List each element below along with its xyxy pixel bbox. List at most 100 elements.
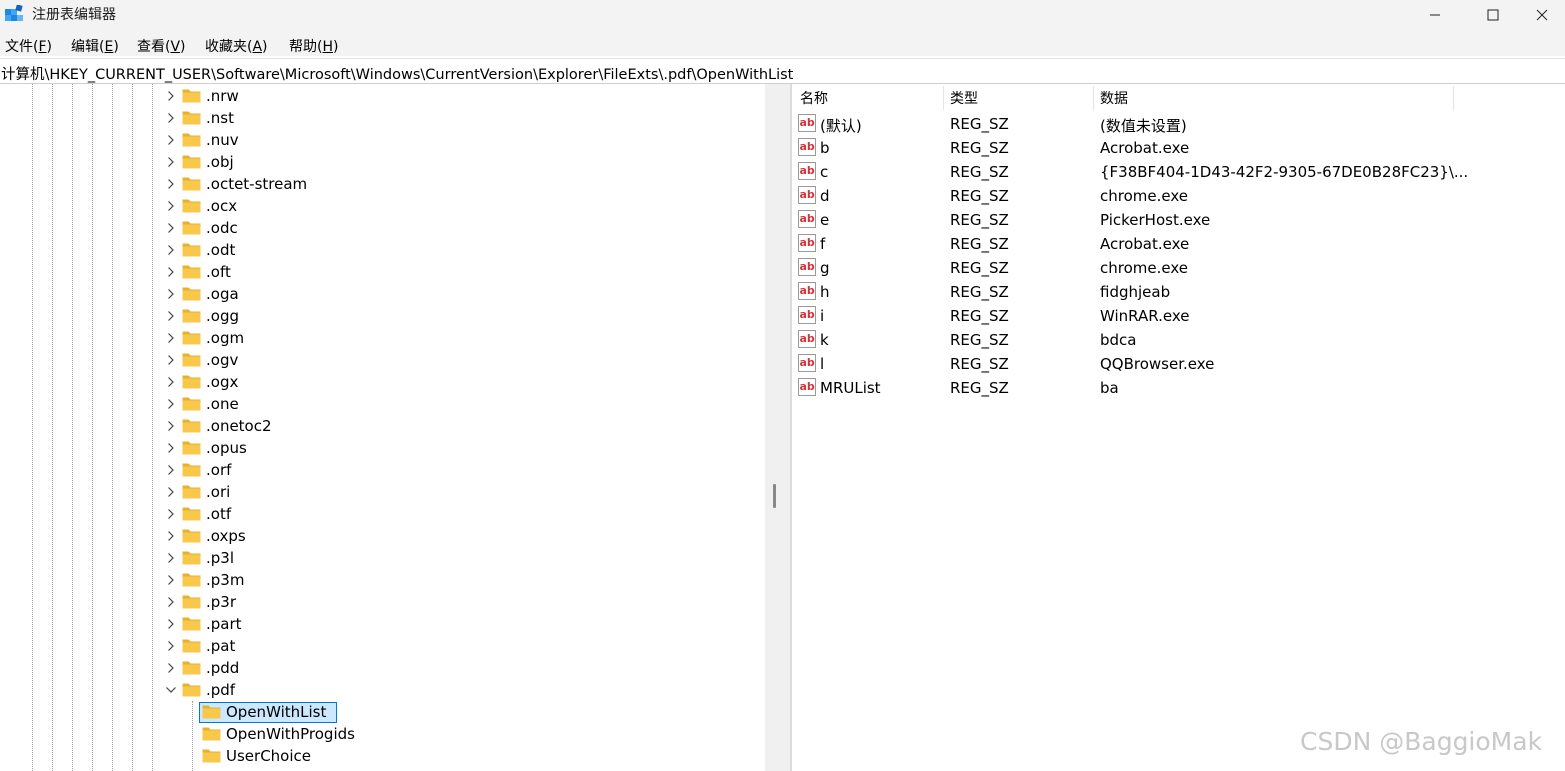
chevron-right-icon[interactable] <box>165 244 177 256</box>
tree-item[interactable]: .ogx <box>0 371 760 393</box>
value-row[interactable]: ab MRUList REG_SZ ba <box>792 376 1565 400</box>
tree-item[interactable]: .orf <box>0 459 760 481</box>
maximize-button[interactable] <box>1470 0 1516 30</box>
value-type: REG_SZ <box>950 115 1009 133</box>
key-tree[interactable]: .nrw .nst .nuv .obj .octet-stream .ocx .odc .od… <box>0 84 765 771</box>
column-header-type[interactable]: 类型 <box>950 88 978 108</box>
column-header-data[interactable]: 数据 <box>1100 88 1128 108</box>
tree-item-label: OpenWithProgids <box>226 725 355 743</box>
tree-item[interactable]: .p3l <box>0 547 760 569</box>
tree-item[interactable]: .oft <box>0 261 760 283</box>
address-path[interactable]: 计算机\HKEY_CURRENT_USER\Software\Microsoft… <box>1 63 793 84</box>
folder-icon <box>182 353 201 367</box>
tree-item[interactable]: .oxps <box>0 525 760 547</box>
tree-item[interactable]: OpenWithList <box>0 701 760 723</box>
pane-splitter[interactable] <box>765 84 790 771</box>
value-row[interactable]: ab (默认) REG_SZ (数值未设置) <box>792 112 1565 136</box>
value-row[interactable]: ab c REG_SZ {F38BF404-1D43-42F2-9305-67DE0B… <box>792 160 1565 184</box>
tree-item[interactable]: .one <box>0 393 760 415</box>
splitter-grip[interactable] <box>773 484 776 508</box>
svg-text:ab: ab <box>800 356 815 369</box>
tree-item[interactable]: .oga <box>0 283 760 305</box>
tree-item[interactable]: .part <box>0 613 760 635</box>
tree-item[interactable]: .opus <box>0 437 760 459</box>
chevron-right-icon[interactable] <box>165 200 177 212</box>
value-row[interactable]: ab g REG_SZ chrome.exe <box>792 256 1565 280</box>
menu-favorites[interactable]: 收藏夹(A) <box>205 36 268 56</box>
tree-item[interactable]: .ocx <box>0 195 760 217</box>
tree-item[interactable]: .onetoc2 <box>0 415 760 437</box>
chevron-right-icon[interactable] <box>165 398 177 410</box>
close-button[interactable] <box>1519 0 1565 30</box>
chevron-right-icon[interactable] <box>165 90 177 102</box>
tree-item[interactable]: .nrw <box>0 85 760 107</box>
value-row[interactable]: ab b REG_SZ Acrobat.exe <box>792 136 1565 160</box>
value-row[interactable]: ab d REG_SZ chrome.exe <box>792 184 1565 208</box>
tree-item[interactable]: .ori <box>0 481 760 503</box>
chevron-right-icon[interactable] <box>165 486 177 498</box>
menu-view[interactable]: 查看(V) <box>137 36 186 56</box>
tree-item[interactable]: .otf <box>0 503 760 525</box>
value-row[interactable]: ab h REG_SZ fidghjeab <box>792 280 1565 304</box>
value-row[interactable]: ab f REG_SZ Acrobat.exe <box>792 232 1565 256</box>
value-row[interactable]: ab k REG_SZ bdca <box>792 328 1565 352</box>
chevron-right-icon[interactable] <box>165 178 177 190</box>
chevron-right-icon[interactable] <box>165 222 177 234</box>
tree-item[interactable]: .pat <box>0 635 760 657</box>
chevron-right-icon[interactable] <box>165 508 177 520</box>
value-row[interactable]: ab i REG_SZ WinRAR.exe <box>792 304 1565 328</box>
chevron-right-icon[interactable] <box>165 464 177 476</box>
chevron-right-icon[interactable] <box>165 530 177 542</box>
menu-help[interactable]: 帮助(H) <box>289 36 338 56</box>
chevron-right-icon[interactable] <box>165 310 177 322</box>
chevron-right-icon[interactable] <box>165 420 177 432</box>
chevron-right-icon[interactable] <box>165 376 177 388</box>
chevron-right-icon[interactable] <box>165 640 177 652</box>
svg-text:ab: ab <box>800 260 815 273</box>
tree-item[interactable]: .p3r <box>0 591 760 613</box>
chevron-right-icon[interactable] <box>165 354 177 366</box>
values-list[interactable]: 名称 类型 数据 ab (默认) REG_SZ (数值未设置) ab b REG_SZ Acr… <box>792 84 1565 771</box>
chevron-right-icon[interactable] <box>165 112 177 124</box>
tree-item[interactable]: .pdf <box>0 679 760 701</box>
chevron-right-icon[interactable] <box>165 618 177 630</box>
chevron-right-icon[interactable] <box>165 552 177 564</box>
tree-item[interactable]: .nuv <box>0 129 760 151</box>
tree-item[interactable]: OpenWithProgids <box>0 723 760 745</box>
chevron-right-icon[interactable] <box>165 442 177 454</box>
chevron-right-icon[interactable] <box>165 332 177 344</box>
tree-item[interactable]: .obj <box>0 151 760 173</box>
column-separator[interactable] <box>1093 86 1094 110</box>
tree-item[interactable]: .pdd <box>0 657 760 679</box>
chevron-right-icon[interactable] <box>165 266 177 278</box>
column-separator[interactable] <box>943 86 944 110</box>
column-separator[interactable] <box>1453 86 1454 110</box>
chevron-right-icon[interactable] <box>165 574 177 586</box>
chevron-right-icon[interactable] <box>165 288 177 300</box>
folder-icon <box>182 463 201 477</box>
menu-edit[interactable]: 编辑(E) <box>71 36 119 56</box>
chevron-right-icon[interactable] <box>165 662 177 674</box>
tree-item[interactable]: .nst <box>0 107 760 129</box>
address-bar[interactable]: 计算机\HKEY_CURRENT_USER\Software\Microsoft… <box>0 58 1565 84</box>
value-row[interactable]: ab l REG_SZ QQBrowser.exe <box>792 352 1565 376</box>
tree-item[interactable]: .ogg <box>0 305 760 327</box>
tree-item[interactable]: .p3m <box>0 569 760 591</box>
chevron-right-icon[interactable] <box>165 596 177 608</box>
tree-item[interactable]: UserChoice <box>0 745 760 767</box>
close-icon <box>1536 9 1548 21</box>
title-bar: 注册表编辑器 <box>0 0 1565 30</box>
column-header-name[interactable]: 名称 <box>800 88 828 108</box>
chevron-down-icon[interactable] <box>165 684 177 696</box>
tree-item-label: .nst <box>206 109 234 127</box>
tree-item[interactable]: .odt <box>0 239 760 261</box>
minimize-button[interactable] <box>1412 0 1458 30</box>
value-row[interactable]: ab e REG_SZ PickerHost.exe <box>792 208 1565 232</box>
menu-file[interactable]: 文件(F) <box>5 36 52 56</box>
tree-item[interactable]: .ogv <box>0 349 760 371</box>
tree-item[interactable]: .ogm <box>0 327 760 349</box>
tree-item[interactable]: .octet-stream <box>0 173 760 195</box>
chevron-right-icon[interactable] <box>165 134 177 146</box>
tree-item[interactable]: .odc <box>0 217 760 239</box>
chevron-right-icon[interactable] <box>165 156 177 168</box>
